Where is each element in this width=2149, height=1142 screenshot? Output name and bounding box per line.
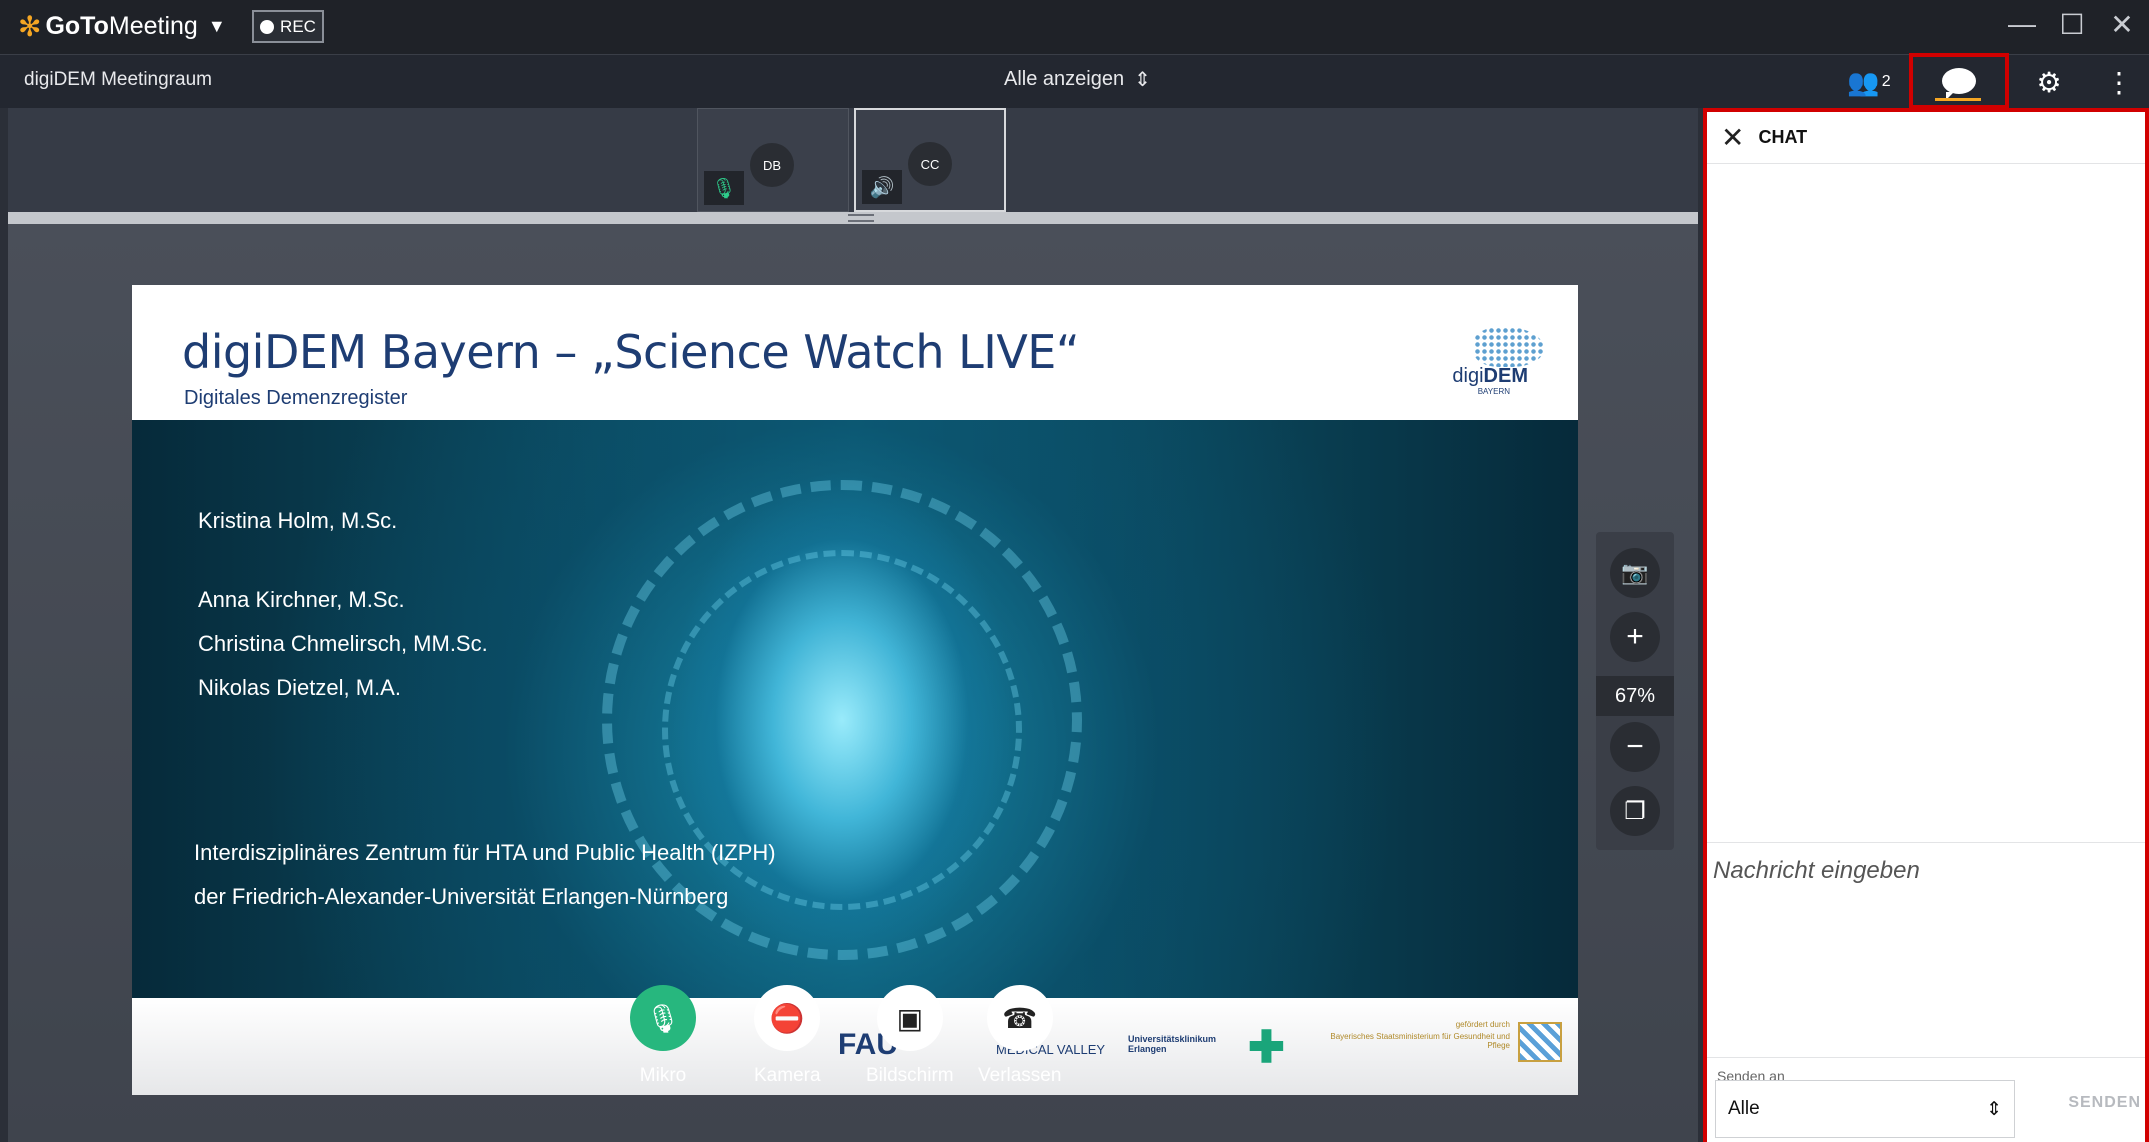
chat-message-input[interactable]: Nachricht eingeben [1707,842,2145,1058]
brand-bold: GoTo [45,12,109,40]
microphone-icon: 🎙 [630,985,696,1051]
record-label: REC [280,16,316,36]
participant-filmstrip [8,108,1698,212]
chat-message-list[interactable] [1707,164,2145,842]
bavaria-dots-icon [1474,327,1544,367]
presenter-name: Anna Kirchner, M.Sc. [198,587,405,612]
institute-line: Interdisziplinäres Zentrum für HTA und P… [194,840,776,865]
bavarian-coat-of-arms-icon [1518,1022,1562,1062]
chevron-down-icon: ▼ [207,16,226,36]
close-icon[interactable]: ✕ [1721,121,1744,154]
screen-share-off-icon: ▣ [876,985,943,1051]
mic-button[interactable]: 🎙 Mikro [630,985,696,1087]
chat-title: CHAT [1758,127,1808,147]
screen-label: Bildschirm [866,1065,954,1086]
settings-button[interactable]: ⚙ [2009,55,2089,109]
chat-button[interactable] [1909,53,2009,109]
title-bar: ✻ GoTo Meeting ▼ REC — ☐ ✕ [0,0,2149,54]
logo-text-bold: DEM [1483,365,1528,387]
send-to-value: Alle [1728,1098,1760,1119]
slide-footer: FAU MEDICAL VALLEY Universitätsklinikum … [132,998,1578,1095]
gotomeeting-logo-icon: ✻ [18,10,42,42]
close-window-icon[interactable]: ✕ [2107,8,2137,41]
presenter-name: Kristina Holm, M.Sc. [198,508,398,533]
leave-button[interactable]: ☎ Verlassen [978,985,1061,1087]
zoom-panel: 📷 + 67% − ❐ [1596,532,1674,850]
uk-erlangen-logo: Universitätsklinikum Erlangen [1128,1034,1217,1054]
slide-subtitle: Digitales Demenzregister [184,387,408,409]
camera-label: Kamera [754,1065,821,1086]
slide-header: digiDEM Bayern – „Science Watch LIVE“ Di… [132,285,1578,420]
camera-button[interactable]: ⛔ Kamera [754,985,821,1087]
digidem-logo: digiDEM BAYERN [1418,325,1548,396]
record-dot-icon [260,19,275,34]
camera-off-icon: ⛔ [754,985,821,1051]
meeting-toolbar: digiDEM Meetingraum Alle anzeigen ⇕ 👥 2 ⚙… [0,53,2149,109]
drag-handle-icon[interactable] [848,214,874,222]
minimize-icon[interactable]: — [2007,8,2037,41]
send-button[interactable]: SENDEN [2068,1094,2141,1112]
send-to-select[interactable]: Alle ⇕ [1715,1080,2015,1138]
chat-input-placeholder: Nachricht eingeben [1713,857,1920,884]
people-icon: 👥 [1847,66,1880,97]
shared-slide: digiDEM Bayern – „Science Watch LIVE“ Di… [132,285,1578,1095]
avatar: DB [750,143,794,187]
maximize-icon[interactable]: ☐ [2057,8,2087,41]
plus-cross-icon: ✚ [1248,1023,1285,1072]
logo-text-light: digi [1452,365,1484,387]
microphone-icon: 🎙 [704,171,744,205]
chat-active-indicator [1935,98,1981,101]
view-selector[interactable]: Alle anzeigen ⇕ [1004,67,1151,92]
hangup-phone-icon: ☎ [986,985,1053,1051]
chat-header: ✕ CHAT [1707,112,2145,164]
updown-chevron-icon: ⇕ [1134,69,1151,91]
speaker-icon: 🔊 [862,170,902,204]
brand-rest: Meeting [108,12,198,40]
ministry-name: Bayerisches Staatsministerium für Gesund… [1330,1032,1510,1050]
more-options-button[interactable]: ⋮ [2089,55,2149,109]
funded-by: gefördert durch [1455,1020,1510,1029]
institute-line: der Friedrich-Alexander-Universität Erla… [194,884,729,909]
avatar: CC [908,142,952,186]
gear-icon: ⚙ [2036,66,2062,98]
participant-tile[interactable]: DB 🎙 [697,108,849,212]
snapshot-camera-icon[interactable]: 📷 [1610,548,1660,598]
slide-background-image: Kristina Holm, M.Sc. Anna Kirchner, M.Sc… [132,420,1578,998]
filmstrip-resize-bar[interactable] [8,212,1698,224]
screen-share-button[interactable]: ▣ Bildschirm [866,985,954,1087]
participants-button[interactable]: 👥 2 [1829,55,1909,109]
vertical-dots-icon: ⋮ [2105,66,2133,98]
meeting-name: digiDEM Meetingraum [24,69,212,90]
logo-sub: BAYERN [1477,387,1510,396]
fit-window-icon[interactable]: ❐ [1610,786,1660,836]
chat-bubble-icon [1942,68,1976,100]
zoom-out-icon[interactable]: − [1610,722,1660,772]
leave-label: Verlassen [978,1065,1062,1086]
view-selector-label: Alle anzeigen [1004,68,1125,90]
updown-chevron-icon: ⇕ [1986,1098,2002,1120]
zoom-in-icon[interactable]: + [1610,612,1660,662]
app-menu[interactable]: ✻ GoTo Meeting ▼ [18,12,226,41]
chat-panel: ✕ CHAT Nachricht eingeben Senden an Alle… [1703,108,2149,1142]
presenter-name: Nikolas Dietzel, M.A. [198,675,401,700]
presenter-name: Christina Chmelirsch, MM.Sc. [198,631,488,656]
slide-title: digiDEM Bayern – „Science Watch LIVE“ [182,325,1080,379]
zoom-level: 67% [1596,676,1674,716]
window-controls: — ☐ ✕ [2007,8,2137,41]
mic-label: Mikro [639,1065,687,1086]
record-button[interactable]: REC [252,10,324,43]
participant-count: 2 [1881,73,1891,90]
participant-tile[interactable]: CC 🔊 [854,108,1006,212]
